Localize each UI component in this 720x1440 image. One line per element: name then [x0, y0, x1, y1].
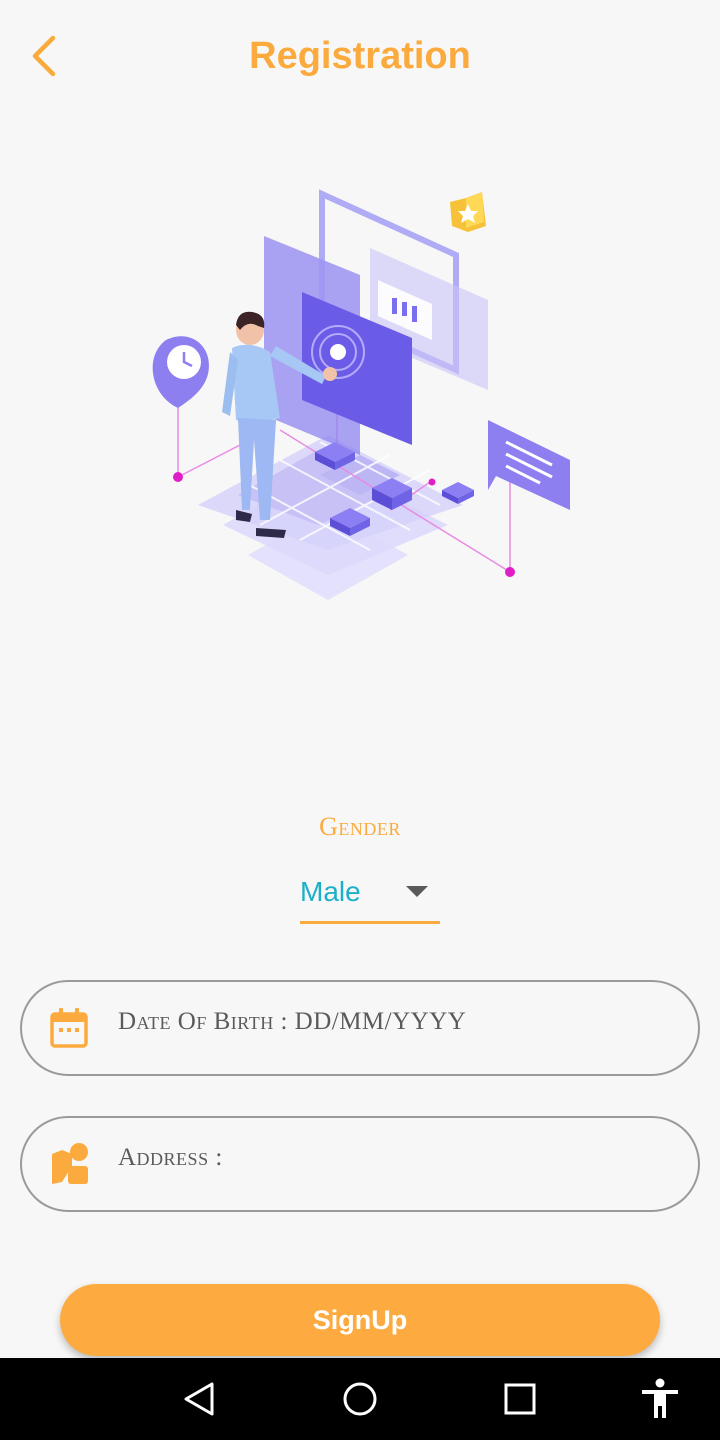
date-of-birth-field[interactable]: Date Of Birth : DD/MM/YYYY	[20, 980, 700, 1076]
address-placeholder: Address :	[118, 1144, 223, 1171]
recents-square-icon[interactable]	[497, 1376, 543, 1422]
calendar-icon	[50, 1008, 88, 1048]
system-navigation-bar	[0, 1358, 720, 1440]
gender-dropdown[interactable]: Male	[300, 866, 440, 924]
date-of-birth-placeholder: Date Of Birth : DD/MM/YYYY	[118, 1008, 467, 1035]
home-circle-icon[interactable]	[337, 1376, 383, 1422]
registration-illustration	[152, 189, 570, 600]
gender-label: Gender	[319, 812, 401, 841]
back-triangle-icon[interactable]	[176, 1376, 222, 1422]
triangle-down-icon	[406, 886, 428, 897]
address-icon	[52, 1143, 88, 1184]
gender-selected-value: Male	[300, 876, 361, 907]
address-field[interactable]: Address :	[20, 1116, 700, 1212]
signup-button[interactable]: SignUp	[60, 1284, 660, 1356]
page-title: Registration	[249, 35, 471, 77]
accessibility-icon[interactable]	[637, 1376, 683, 1422]
app-header: Registration	[0, 0, 720, 115]
